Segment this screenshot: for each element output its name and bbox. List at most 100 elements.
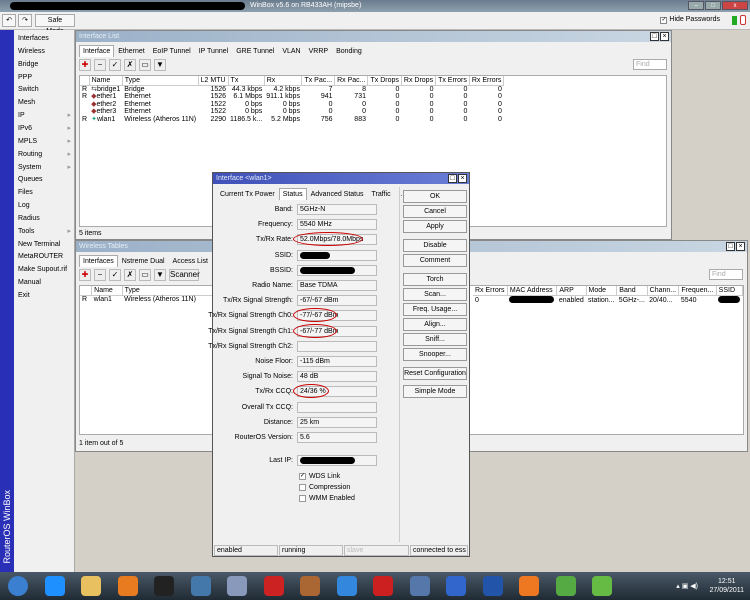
disable-button[interactable]: Disable [403,239,467,252]
close-icon[interactable]: × [736,242,745,251]
column-header[interactable]: Type [122,286,221,296]
tab-interfaces[interactable]: Interfaces [79,255,118,267]
sidebar-item-radius[interactable]: Radius [18,212,73,225]
table-row[interactable]: R ⇆bridge1 Bridge 1526 44.3 kbps 4.2 kbps 7 8 0 0… [80,85,504,93]
sidebar-item-routing[interactable]: Routing ▸ [18,148,73,161]
column-header[interactable]: Band [616,286,648,296]
column-header[interactable]: SSID [716,286,743,296]
torch-button[interactable]: Torch [403,273,467,286]
app-icon[interactable] [555,576,576,596]
dialog-title-bar[interactable]: Interface <wlan1> □ × [213,173,469,184]
apply-button[interactable]: Apply [403,220,467,233]
sidebar-item-bridge[interactable]: Bridge [18,58,73,71]
remote-desktop-icon[interactable] [227,576,247,596]
checkbox-wmm-enabled[interactable]: WMM Enabled [299,494,355,503]
table-row[interactable]: R ✦wlan1 Wireless (Atheros 11N) 2290 1186.5 … [80,116,504,124]
column-header[interactable]: Type [122,76,199,86]
tab-nstreme-dual[interactable]: Nstreme Dual [118,255,169,267]
table-row[interactable]: Rwlan1 Wireless (Atheros 11N) [80,295,220,303]
winbox-icon[interactable] [336,576,357,596]
tab-advanced-status[interactable]: Advanced Status [307,188,368,200]
field-value[interactable] [297,401,377,413]
column-header[interactable]: Mode [586,286,618,296]
table-row[interactable]: ◆ether2 Ethernet 1522 0 bps 0 bps 0 0 0 0 0 0 [80,101,504,109]
field-value[interactable] [297,340,377,352]
filter-icon[interactable]: ▼ [154,59,166,71]
tab-gre-tunnel[interactable]: GRE Tunnel [232,45,278,57]
sidebar-item-switch[interactable]: Switch [18,83,73,96]
checkbox-wds-link[interactable]: ✓ WDS Link [299,472,340,481]
field-value[interactable]: 25 km [297,416,377,428]
remove-icon[interactable]: − [94,269,106,281]
column-header[interactable]: Tx Errors [435,76,470,86]
tab-status[interactable]: Status [278,188,307,200]
column-header[interactable]: MAC Address [507,286,558,296]
sidebar-item-tools[interactable]: Tools ▸ [18,225,73,238]
app-icon[interactable] [409,576,430,596]
align-button[interactable]: Align... [403,318,467,331]
checkbox-box[interactable]: ✓ [299,473,306,481]
sidebar-item-manual[interactable]: Manual [18,276,73,289]
find-input[interactable]: Find [709,269,743,280]
sniff-button[interactable]: Sniff... [403,333,467,346]
disable-icon[interactable]: ✗ [124,269,136,281]
checkbox-box[interactable] [299,495,306,503]
column-header[interactable]: Tx Pac... [301,76,336,86]
clock[interactable]: 12:51 27/09/2011 [709,577,744,595]
tab-current-tx-power[interactable]: Current Tx Power [216,188,279,200]
system-tray[interactable]: ▴ ▣ ◀) [676,582,698,590]
column-header[interactable]: Rx Errors [469,76,505,86]
sidebar-item-system[interactable]: System ▸ [18,161,73,174]
tab-interface[interactable]: Interface [79,45,115,57]
comment-icon[interactable]: ▭ [139,269,151,281]
sidebar-item-make-supout-rif[interactable]: Make Supout.rif [18,263,73,276]
firefox-icon[interactable] [519,576,539,596]
tab-access-list[interactable]: Access List [169,255,212,267]
tab-vrrp[interactable]: VRRP [305,45,332,57]
app-icon[interactable] [446,576,466,596]
add-icon[interactable]: ✚ [79,269,91,281]
enable-icon[interactable]: ✓ [109,59,121,71]
tab-ip-tunnel[interactable]: IP Tunnel [195,45,232,57]
sidebar-item-mesh[interactable]: Mesh [18,96,73,109]
remove-icon[interactable]: − [94,59,106,71]
add-icon[interactable]: ✚ [79,59,91,71]
column-header[interactable]: Frequen... [678,286,717,296]
media-player-icon[interactable] [117,576,138,596]
reset-configuration-button[interactable]: Reset Configuration [403,367,467,380]
start-orb-icon[interactable] [8,576,28,596]
field-value[interactable]: 5.6 [297,432,377,443]
checkbox-box[interactable] [299,484,306,492]
opera-icon[interactable] [263,576,284,596]
app-icon[interactable] [592,576,612,596]
app-icon[interactable] [300,576,320,596]
tab-bonding[interactable]: Bonding [332,45,366,57]
redo-button[interactable]: ↷ [18,14,32,27]
freq-usage-button[interactable]: Freq. Usage... [403,303,467,316]
internet-explorer-icon[interactable] [44,576,65,596]
field-value[interactable]: -67/-67 dBm [297,295,377,307]
file-explorer-icon[interactable] [81,576,101,596]
sidebar-item-queues[interactable]: Queues [18,173,73,186]
field-value[interactable] [297,264,377,276]
filezilla-icon[interactable] [373,576,393,596]
column-header[interactable]: Name [91,286,123,296]
column-header[interactable]: Tx Drops [367,76,402,86]
field-value[interactable]: 5GHz-N [297,204,377,215]
hide-passwords-checkbox[interactable]: ✓ Hide Passwords [660,16,720,24]
sidebar-item-new-terminal[interactable]: New Terminal [18,238,73,251]
column-header[interactable] [80,76,90,86]
snooper-button[interactable]: Snooper... [403,348,467,361]
column-header[interactable]: ARP [556,286,587,296]
column-header[interactable]: Rx Errors [473,286,508,296]
comment-button[interactable]: Comment [403,254,467,267]
column-header[interactable]: Rx Drops [401,76,437,86]
sidebar-item-files[interactable]: Files [18,186,73,199]
column-header[interactable]: Rx Pac... [334,76,369,86]
close-icon[interactable]: × [660,32,669,41]
field-value[interactable]: -115 dBm [297,356,377,367]
restore-icon[interactable]: □ [650,32,659,41]
table-row[interactable]: 0 enabled station... 5GHz-... 20/40... 5540 [473,295,743,305]
sidebar-item-log[interactable]: Log [18,199,73,212]
simple-mode-button[interactable]: Simple Mode [403,385,467,398]
